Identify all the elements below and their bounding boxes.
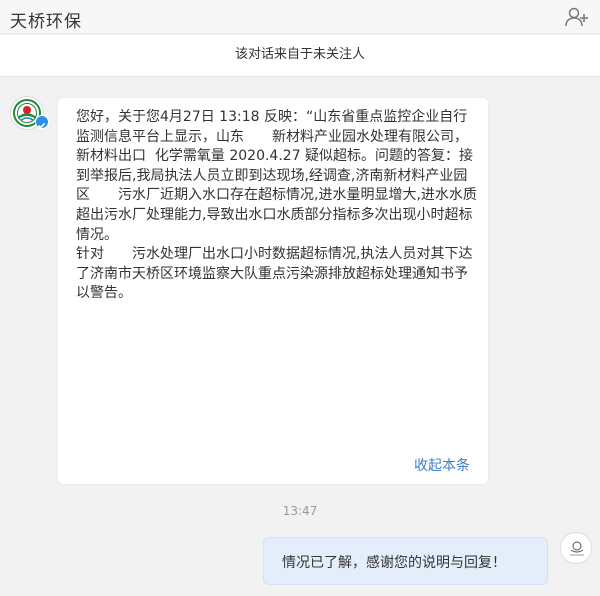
notice-bar: 该对话来自于未关注人 (0, 35, 600, 77)
outgoing-message-bubble: 情况已了解，感谢您的说明与回复！ (263, 537, 548, 585)
add-user-icon[interactable] (564, 5, 590, 29)
chat-header: 天桥环保 (0, 0, 600, 34)
incoming-message-bubble: 您好，关于您4月27日 13:18 反映：“山东省重点监控企业自行监测信息平台上… (57, 97, 489, 485)
notice-text: 该对话来自于未关注人 (234, 47, 365, 62)
incoming-message-text: 您好，关于您4月27日 13:18 反映：“山东省重点监控企业自行监测信息平台上… (76, 109, 477, 302)
user-avatar[interactable] (560, 532, 592, 564)
message-timestamp: 13:47 (282, 504, 318, 518)
sender-avatar[interactable] (10, 96, 49, 130)
collapse-link[interactable]: 收起本条 (414, 455, 470, 475)
outgoing-message-text: 情况已了解，感谢您的说明与回复！ (282, 555, 506, 571)
chat-title: 天桥环保 (10, 12, 82, 32)
verified-icon (35, 115, 49, 129)
